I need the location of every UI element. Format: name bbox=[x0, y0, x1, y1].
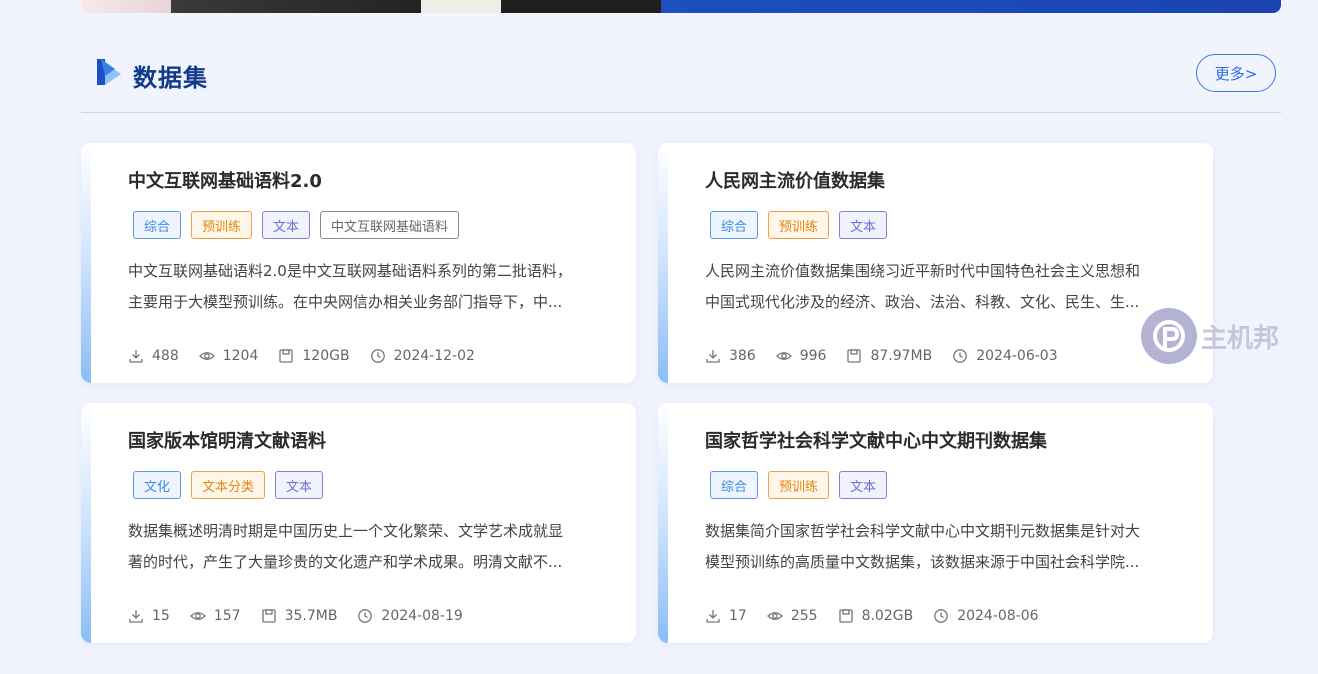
stat-size: 35.7MB bbox=[261, 608, 338, 624]
tag-list: 综合 预训练 文本 bbox=[710, 211, 888, 239]
description-line: 数据集简介国家哲学社会科学文献中心中文期刊元数据集是针对大 bbox=[705, 522, 1141, 540]
dataset-title[interactable]: 国家哲学社会科学文献中心中文期刊数据集 bbox=[705, 427, 1047, 453]
tag[interactable]: 综合 bbox=[710, 471, 759, 499]
stat-size-value: 8.02GB bbox=[861, 608, 914, 624]
dataset-card[interactable]: 国家哲学社会科学文献中心中文期刊数据集 综合 预训练 文本 数据集简介国家哲学社会科… bbox=[658, 403, 1213, 643]
stat-views: 996 bbox=[775, 348, 827, 364]
save-icon bbox=[278, 348, 302, 364]
description-line: 中文互联网基础语料2.0是中文互联网基础语料系列的第二批语料， bbox=[128, 262, 572, 280]
tag[interactable]: 中文互联网基础语料 bbox=[320, 211, 460, 239]
stat-size: 120GB bbox=[278, 348, 350, 364]
tag[interactable]: 文本 bbox=[262, 211, 311, 239]
save-icon bbox=[261, 608, 285, 624]
description-line: 人民网主流价值数据集围绕习近平新时代中国特色社会主义思想和 bbox=[705, 262, 1141, 280]
description-line: 中国式现代化涉及的经济、政治、法治、科教、文化、民生、生... bbox=[705, 293, 1140, 311]
dataset-description: 数据集概述明清时期是中国历史上一个文化繁荣、文学艺术成就显 著的时代，产生了大量… bbox=[128, 516, 598, 578]
eye-icon bbox=[198, 348, 223, 364]
description-line: 数据集概述明清时期是中国历史上一个文化繁荣、文学艺术成就显 bbox=[128, 522, 564, 540]
clock-icon bbox=[357, 608, 381, 624]
tag-list: 文化 文本分类 文本 bbox=[133, 471, 324, 499]
stat-date: 2024-08-19 bbox=[357, 608, 463, 624]
tag[interactable]: 预训练 bbox=[768, 211, 830, 239]
stat-downloads-value: 15 bbox=[152, 608, 170, 624]
stat-date-value: 2024-06-03 bbox=[976, 348, 1058, 364]
dataset-card[interactable]: 中文互联网基础语料2.0 综合 预训练 文本 中文互联网基础语料 中文互联网基础语料2… bbox=[81, 143, 636, 383]
more-button[interactable]: 更多> bbox=[1196, 54, 1276, 92]
dataset-stats: 488 1204 120GB 2024-12-02 bbox=[128, 348, 495, 364]
stat-date: 2024-12-02 bbox=[370, 348, 475, 364]
stat-date: 2024-06-03 bbox=[952, 348, 1058, 364]
stat-date-value: 2024-08-19 bbox=[381, 608, 463, 624]
stat-size-value: 120GB bbox=[302, 348, 350, 364]
clock-icon bbox=[952, 348, 976, 364]
stat-date: 2024-08-06 bbox=[933, 608, 1039, 624]
dataset-description: 人民网主流价值数据集围绕习近平新时代中国特色社会主义思想和 中国式现代化涉及的经… bbox=[705, 256, 1175, 318]
tag-list: 综合 预训练 文本 bbox=[710, 471, 888, 499]
watermark: 主机邦 bbox=[1141, 308, 1279, 364]
stat-downloads-value: 386 bbox=[729, 348, 756, 364]
description-line: 模型预训练的高质量中文数据集，该数据来源于中国社会科学院... bbox=[705, 553, 1140, 571]
dataset-description: 中文互联网基础语料2.0是中文互联网基础语料系列的第二批语料， 主要用于大模型预… bbox=[128, 256, 598, 318]
stat-size-value: 35.7MB bbox=[284, 608, 338, 624]
dataset-title[interactable]: 国家版本馆明清文献语料 bbox=[128, 427, 326, 453]
dataset-title[interactable]: 人民网主流价值数据集 bbox=[705, 167, 885, 193]
stat-downloads: 386 bbox=[705, 348, 756, 364]
tag[interactable]: 文本 bbox=[839, 471, 888, 499]
clock-icon bbox=[933, 608, 957, 624]
dataset-section-header: 数据集 更多> bbox=[81, 52, 1281, 113]
watermark-text: 主机邦 bbox=[1201, 323, 1280, 354]
eye-icon bbox=[189, 608, 214, 624]
tag[interactable]: 综合 bbox=[133, 211, 182, 239]
dataset-stats: 15 157 35.7MB 2024-08-19 bbox=[128, 608, 483, 624]
stat-size: 87.97MB bbox=[846, 348, 932, 364]
top-banner[interactable] bbox=[81, 0, 1281, 13]
stat-downloads: 17 bbox=[705, 608, 747, 624]
tag[interactable]: 预训练 bbox=[191, 211, 253, 239]
description-line: 主要用于大模型预训练。在中央网信办相关业务部门指导下，中... bbox=[128, 293, 563, 311]
description-line: 著的时代，产生了大量珍贵的文化遗产和学术成果。明清文献不... bbox=[128, 553, 563, 571]
stat-downloads: 488 bbox=[128, 348, 179, 364]
tag[interactable]: 文化 bbox=[133, 471, 182, 499]
stat-size: 8.02GB bbox=[838, 608, 914, 624]
stat-views: 157 bbox=[189, 608, 241, 624]
dataset-stats: 386 996 87.97MB 2024-06-03 bbox=[705, 348, 1078, 364]
tag[interactable]: 文本 bbox=[839, 211, 888, 239]
dataset-card[interactable]: 国家版本馆明清文献语料 文化 文本分类 文本 数据集概述明清时期是中国历史上一个文化… bbox=[81, 403, 636, 643]
tag[interactable]: 综合 bbox=[710, 211, 759, 239]
dataset-description: 数据集简介国家哲学社会科学文献中心中文期刊元数据集是针对大 模型预训练的高质量中… bbox=[705, 516, 1175, 578]
stat-views: 255 bbox=[766, 608, 818, 624]
play-logo-icon bbox=[97, 59, 121, 85]
stat-downloads-value: 488 bbox=[152, 348, 179, 364]
tag-list: 综合 预训练 文本 中文互联网基础语料 bbox=[133, 211, 460, 239]
tag[interactable]: 预训练 bbox=[768, 471, 830, 499]
stat-downloads-value: 17 bbox=[729, 608, 747, 624]
stat-views: 1204 bbox=[198, 348, 259, 364]
download-icon bbox=[128, 348, 152, 364]
stat-views-value: 1204 bbox=[222, 348, 259, 364]
eye-icon bbox=[766, 608, 791, 624]
stat-downloads: 15 bbox=[128, 608, 170, 624]
stat-views-value: 255 bbox=[790, 608, 818, 624]
watermark-logo-icon bbox=[1141, 308, 1197, 364]
save-icon bbox=[846, 348, 870, 364]
tag[interactable]: 文本分类 bbox=[191, 471, 266, 499]
stat-views-value: 996 bbox=[799, 348, 827, 364]
dataset-stats: 17 255 8.02GB 2024-08-06 bbox=[705, 608, 1059, 624]
dataset-title[interactable]: 中文互联网基础语料2.0 bbox=[128, 167, 322, 193]
tag[interactable]: 文本 bbox=[275, 471, 324, 499]
stat-views-value: 157 bbox=[213, 608, 241, 624]
clock-icon bbox=[370, 348, 394, 364]
download-icon bbox=[705, 348, 729, 364]
stat-date-value: 2024-12-02 bbox=[393, 348, 475, 364]
save-icon bbox=[838, 608, 862, 624]
download-icon bbox=[128, 608, 152, 624]
eye-icon bbox=[775, 348, 800, 364]
stat-date-value: 2024-08-06 bbox=[957, 608, 1039, 624]
section-title: 数据集 bbox=[133, 64, 208, 92]
dataset-card[interactable]: 人民网主流价值数据集 综合 预训练 文本 人民网主流价值数据集围绕习近平新时代中国特… bbox=[658, 143, 1213, 383]
stat-size-value: 87.97MB bbox=[870, 348, 933, 364]
download-icon bbox=[705, 608, 729, 624]
